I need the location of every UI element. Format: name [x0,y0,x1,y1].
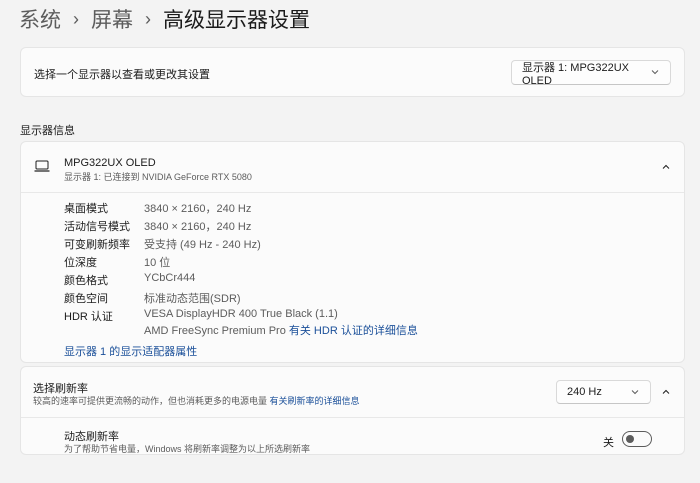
property-value: 3840 × 2160，240 Hz [144,221,252,233]
breadcrumb-display[interactable]: 屏幕 [91,4,133,34]
refresh-rate-value: 240 Hz [567,386,602,398]
property-key: HDR 认证 [64,311,113,323]
toggle-state-label: 关 [603,437,614,449]
property-value: 标准动态范围(SDR) [144,293,241,305]
monitor-subtitle: 显示器 1: 已连接到 NVIDIA GeForce RTX 5080 [64,172,252,182]
select-monitor-label: 选择一个显示器以查看或更改其设置 [34,69,210,81]
chevron-right-icon: › [145,8,151,29]
property-key: 可变刷新频率 [64,239,130,251]
chevron-right-icon: › [73,8,79,29]
freesync-value: AMD FreeSync Premium Pro [144,325,286,337]
refresh-details-link[interactable]: 有关刷新率的详细信息 [270,396,360,406]
property-key: 活动信号模式 [64,221,130,233]
monitor-select-dropdown[interactable]: 显示器 1: MPG322UX OLED [511,60,671,87]
dynamic-refresh-description: 为了帮助节省电量，Windows 将刷新率调整为以上所选刷新率 [64,444,311,454]
property-value-secondary: AMD FreeSync Premium Pro 有关 HDR 认证的详细信息 [144,322,418,338]
select-monitor-card: 选择一个显示器以查看或更改其设置 显示器 1: MPG322UX OLED [20,47,685,97]
property-key: 颜色格式 [64,275,108,287]
property-value: 10 位 [144,257,171,269]
property-key: 颜色空间 [64,293,108,305]
toggle-knob [626,435,634,443]
laptop-icon [34,160,50,172]
property-value: 受支持 (49 Hz - 240 Hz) [144,239,261,251]
page-title: 高级显示器设置 [163,9,310,32]
monitor-name: MPG322UX OLED [64,157,156,169]
section-title: 显示器信息 [20,125,75,137]
hdr-details-link[interactable]: 有关 HDR 认证的详细信息 [289,325,418,337]
chevron-up-icon[interactable] [661,387,671,397]
property-key: 桌面模式 [64,203,108,215]
property-key: 位深度 [64,257,97,269]
display-info-card: MPG322UX OLED 显示器 1: 已连接到 NVIDIA GeForce… [20,141,685,363]
refresh-rate-dropdown[interactable]: 240 Hz [556,380,651,404]
adapter-properties-link[interactable]: 显示器 1 的显示适配器属性 [64,343,197,359]
divider [21,417,684,418]
property-value: YCbCr444 [144,272,196,284]
breadcrumb-system[interactable]: 系统 [19,4,61,34]
refresh-description-text: 较高的速率可提供更流畅的动作，但也消耗更多的电源电量 [33,396,268,406]
refresh-rate-card: 选择刷新率 较高的速率可提供更流畅的动作，但也消耗更多的电源电量 有关刷新率的详… [20,366,685,455]
monitor-select-value: 显示器 1: MPG322UX OLED [522,61,629,87]
property-value: 3840 × 2160，240 Hz [144,203,252,215]
display-info-header[interactable]: MPG322UX OLED 显示器 1: 已连接到 NVIDIA GeForce… [21,142,684,193]
refresh-rate-description: 较高的速率可提供更流畅的动作，但也消耗更多的电源电量 有关刷新率的详细信息 [33,394,360,407]
chevron-down-icon [631,390,639,395]
chevron-down-icon [651,70,659,75]
chevron-up-icon[interactable] [661,162,671,172]
breadcrumb: 系统 › 屏幕 › 高级显示器设置 [19,4,310,34]
dynamic-refresh-toggle[interactable] [622,431,652,447]
property-value: VESA DisplayHDR 400 True Black (1.1) [144,308,338,320]
